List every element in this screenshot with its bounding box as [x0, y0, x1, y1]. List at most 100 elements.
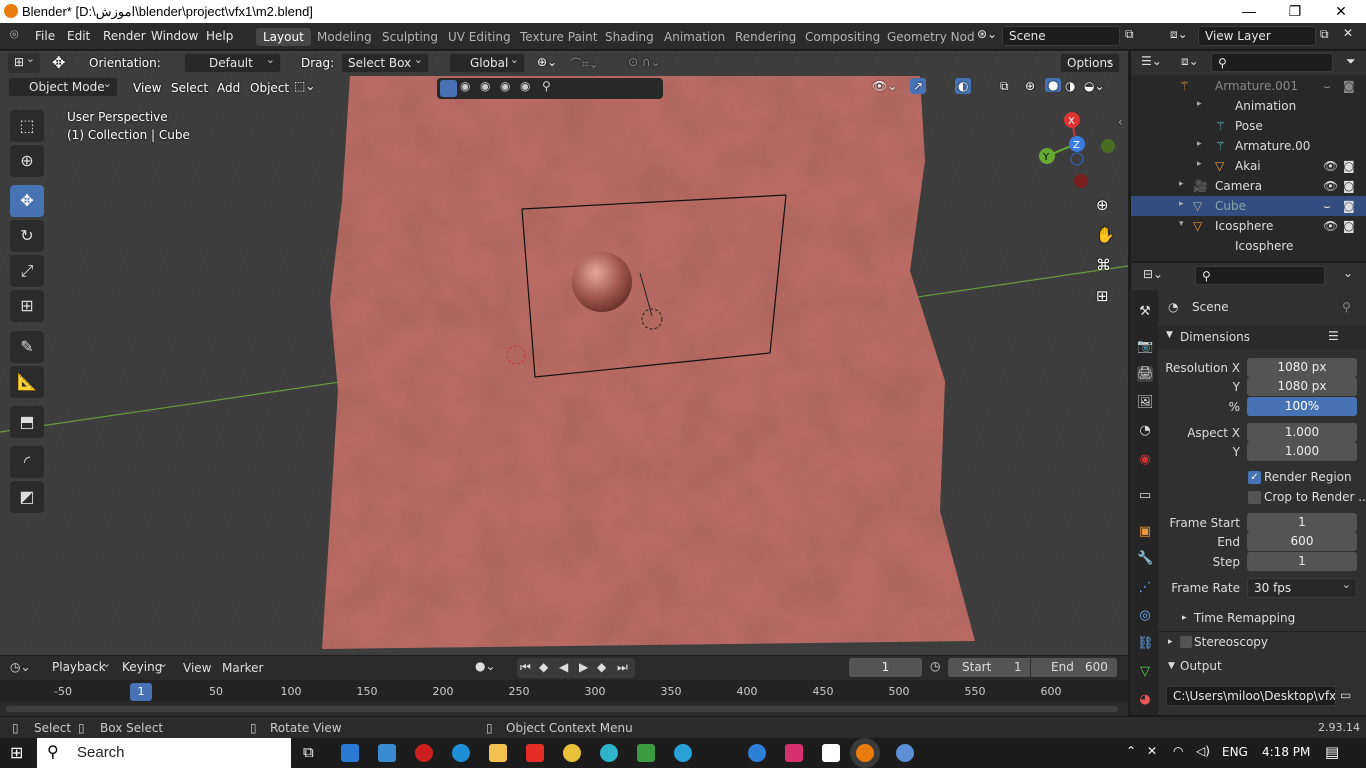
tab-texture-paint[interactable]: Texture Paint: [513, 28, 604, 46]
render-camera-icon[interactable]: ◙: [1343, 79, 1355, 93]
opera-icon[interactable]: [415, 744, 433, 762]
tool-search-icon[interactable]: ⚲: [542, 79, 551, 93]
timeline-marker-menu[interactable]: Marker: [222, 661, 263, 675]
outliner-item[interactable]: ⚚ Pose: [1131, 116, 1366, 136]
transform-affect-icon[interactable]: ⬚⌄: [294, 79, 315, 93]
modifier-tab-icon[interactable]: 🔧: [1137, 551, 1153, 567]
menu-render[interactable]: Render: [103, 29, 146, 43]
taskbar-app-icon[interactable]: [748, 744, 766, 762]
blender-menu-icon[interactable]: ⌾: [10, 27, 18, 43]
select-box-tool-icon[interactable]: ⬚: [10, 110, 44, 142]
frame-end-field[interactable]: 600: [1247, 532, 1357, 551]
outliner-item[interactable]: ▸ Animation: [1131, 96, 1366, 116]
presets-icon[interactable]: ☰: [1328, 329, 1339, 343]
prev-keyframe-icon[interactable]: ◆: [539, 660, 548, 674]
expand-icon[interactable]: ▸: [1197, 139, 1202, 149]
jump-start-icon[interactable]: ⏮: [520, 660, 531, 675]
tab-geometry-nodes[interactable]: Geometry Nod: [880, 28, 982, 46]
jump-end-icon[interactable]: ⏭: [617, 660, 628, 675]
collection-tab-icon[interactable]: ▭: [1137, 488, 1153, 504]
image-tool-icon[interactable]: ◩: [10, 481, 44, 513]
transform-orientation-dropdown[interactable]: Global: [449, 53, 525, 73]
select-intersect-icon[interactable]: ◉: [520, 79, 530, 93]
visibility-eye-icon[interactable]: ⌣: [1323, 199, 1331, 214]
select-invert-icon[interactable]: ◉: [500, 79, 510, 93]
output-section-label[interactable]: Output: [1180, 659, 1222, 673]
outliner-search-input[interactable]: ⚲: [1211, 53, 1333, 72]
start-frame-field[interactable]: Start 1: [948, 658, 1030, 677]
render-camera-icon[interactable]: ◙: [1343, 219, 1355, 233]
constraints-tab-icon[interactable]: ⛓: [1137, 636, 1154, 652]
volume-icon[interactable]: ◁): [1196, 744, 1210, 758]
properties-search-input[interactable]: ⚲: [1195, 266, 1325, 285]
scene-selector-icon[interactable]: ⊛⌄: [977, 27, 997, 41]
clock[interactable]: 4:18 PM: [1262, 745, 1310, 759]
remove-view-layer-icon[interactable]: ✕: [1343, 26, 1353, 40]
autokey-icon[interactable]: ●⌄: [475, 659, 496, 673]
crop-checkbox[interactable]: [1248, 491, 1261, 504]
visibility-eye-icon[interactable]: ⌣: [1323, 79, 1331, 94]
current-frame-field[interactable]: 1: [849, 658, 922, 677]
world-tab-icon[interactable]: ◉: [1137, 452, 1153, 468]
outliner-item-selected[interactable]: ▸ ▽ Cube ⌣ ◙: [1131, 196, 1366, 216]
select-new-icon[interactable]: [440, 80, 457, 97]
tab-modeling[interactable]: Modeling: [310, 28, 379, 46]
expand-icon[interactable]: ▸: [1179, 179, 1184, 189]
physics-tab-icon[interactable]: ◎: [1137, 608, 1153, 624]
stereoscopy-label[interactable]: Stereoscopy: [1194, 635, 1268, 649]
render-camera-icon[interactable]: ◙: [1343, 199, 1355, 213]
collapse-icon[interactable]: ▼: [1168, 661, 1175, 671]
collapse-icon[interactable]: ▾: [1179, 219, 1184, 229]
expand-icon[interactable]: ▸: [1168, 637, 1173, 647]
render-tab-icon[interactable]: 📷: [1137, 339, 1153, 355]
taskbar-app-icon[interactable]: [341, 744, 359, 762]
viewport-menu-add[interactable]: Add: [217, 81, 240, 95]
keying-menu[interactable]: Keying: [116, 657, 173, 678]
view-layer-tab-icon[interactable]: 🖼: [1137, 395, 1154, 411]
drag-dropdown[interactable]: Select Box: [341, 53, 429, 73]
taskbar-app-icon[interactable]: [711, 744, 729, 762]
tab-shading[interactable]: Shading: [598, 28, 661, 46]
playhead[interactable]: 1: [130, 683, 152, 701]
blender-taskbar-icon[interactable]: [856, 744, 874, 762]
tab-rendering[interactable]: Rendering: [728, 28, 803, 46]
scene-tab-icon[interactable]: ◔: [1137, 423, 1153, 439]
tab-compositing[interactable]: Compositing: [798, 28, 887, 46]
add-cube-tool-icon[interactable]: ⬒: [10, 406, 44, 438]
rotate-tool-icon[interactable]: ↻: [10, 220, 44, 252]
task-view-icon[interactable]: ⧉: [303, 743, 314, 761]
edge-icon[interactable]: [452, 744, 470, 762]
resolution-y-field[interactable]: 1080 px: [1247, 377, 1357, 396]
play-reverse-icon[interactable]: ◀: [559, 660, 568, 674]
outliner-item[interactable]: ▸ 🎥 Camera 👁 ◙: [1131, 176, 1366, 196]
transform-tool-icon[interactable]: ⊞: [10, 290, 44, 322]
dimensions-panel-header[interactable]: ▼ Dimensions ☰: [1158, 326, 1366, 350]
taskbar-app-icon[interactable]: [637, 744, 655, 762]
playback-menu[interactable]: Playback: [46, 657, 116, 678]
material-tab-icon[interactable]: ◕: [1137, 692, 1153, 708]
tab-sculpting[interactable]: Sculpting: [375, 28, 445, 46]
display-mode-icon[interactable]: ⧈⌄: [1181, 54, 1199, 69]
measure-tool-icon[interactable]: 📐: [10, 366, 44, 398]
particles-tab-icon[interactable]: ⋰: [1137, 580, 1153, 596]
play-icon[interactable]: ▶: [579, 660, 588, 674]
orientation-dropdown[interactable]: Default: [184, 53, 281, 73]
tab-layout[interactable]: Layout: [256, 28, 311, 46]
expand-icon[interactable]: ▸: [1197, 159, 1202, 169]
close-button[interactable]: ✕: [1318, 0, 1364, 23]
language-indicator[interactable]: ENG: [1222, 745, 1248, 759]
menu-file[interactable]: File: [35, 29, 55, 43]
windows-start-icon[interactable]: ⊞: [10, 743, 23, 762]
snap-icon[interactable]: ⌒⌗⌄: [570, 55, 599, 72]
expand-icon[interactable]: ▸: [1197, 99, 1202, 109]
minimize-button[interactable]: —: [1226, 0, 1272, 23]
solid-shading-icon[interactable]: ●: [1045, 78, 1062, 92]
tray-chevron-icon[interactable]: ⌃: [1126, 744, 1136, 758]
resolution-percent-field[interactable]: 100%: [1247, 397, 1357, 416]
outliner-item[interactable]: Icosphere: [1131, 236, 1366, 256]
overlay-toggle-icon[interactable]: ◐: [955, 78, 972, 94]
timeline-view-menu[interactable]: View: [183, 661, 211, 675]
pivot-icon[interactable]: ⊕⌄: [537, 55, 557, 69]
stereoscopy-checkbox[interactable]: [1180, 636, 1192, 648]
zoom-icon[interactable]: ⊕: [1096, 196, 1109, 214]
